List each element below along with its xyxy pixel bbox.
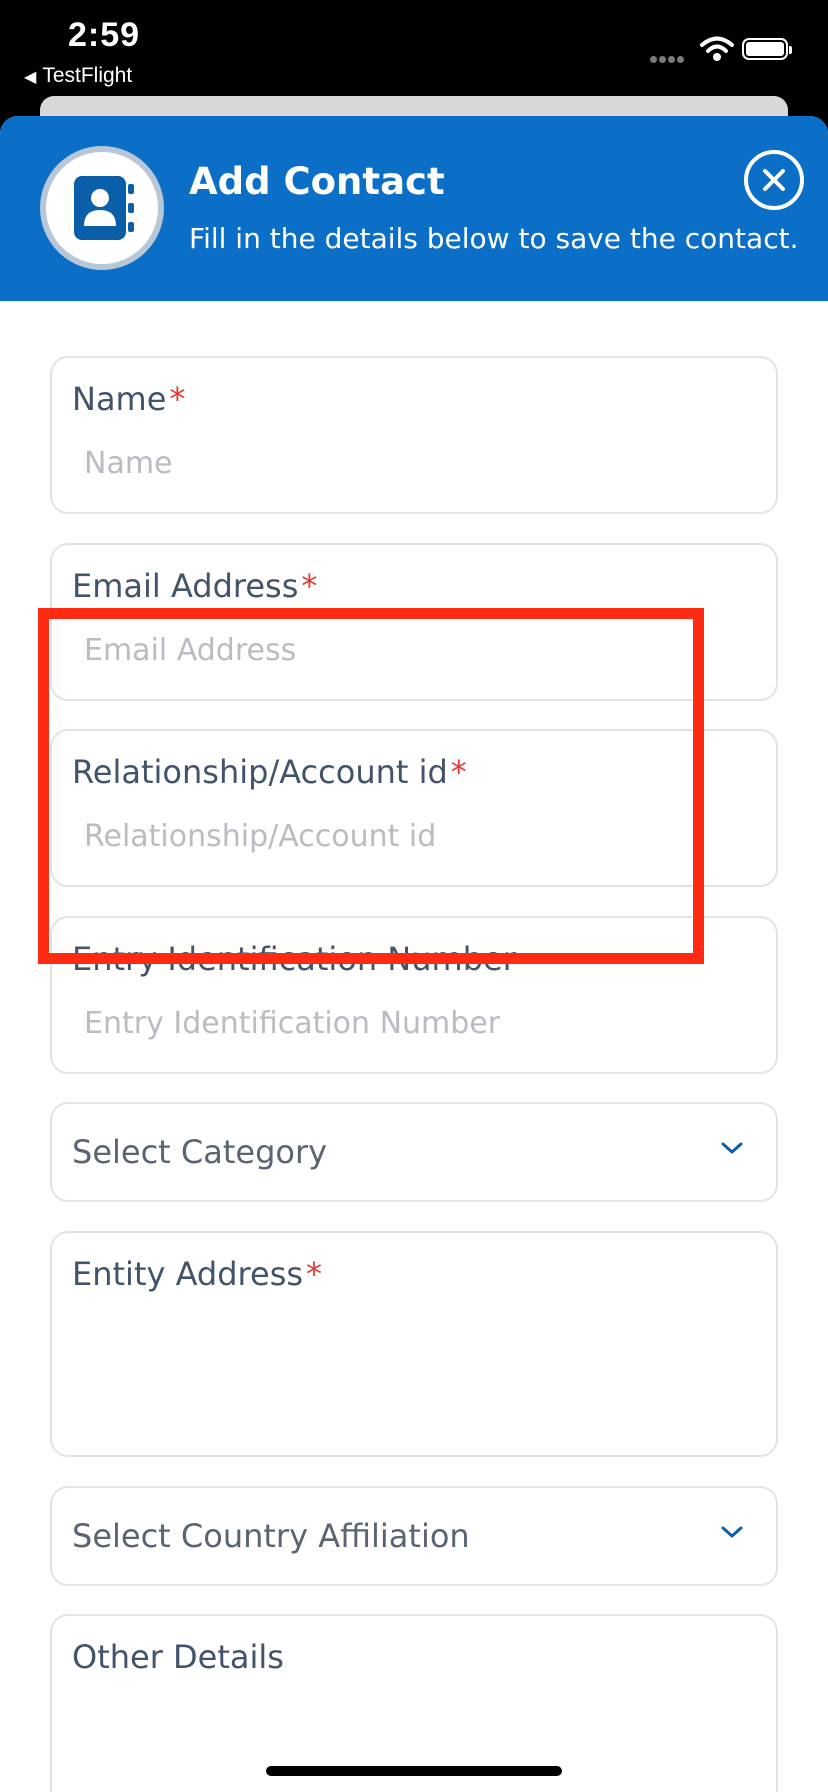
page-title: Add Contact: [189, 160, 445, 203]
chevron-down-icon: [721, 1526, 743, 1538]
status-bar: 2:59 ◀ TestFlight: [0, 0, 828, 96]
category-select-label: Select Category: [72, 1133, 328, 1171]
battery-icon: [742, 38, 792, 60]
required-mark: *: [169, 380, 186, 418]
entity-address-field[interactable]: Entity Address*: [50, 1231, 778, 1457]
country-select-label: Select Country Affiliation: [72, 1517, 470, 1555]
page-subtitle: Fill in the details below to save the co…: [189, 222, 799, 255]
highlight-annotation-box: [38, 608, 704, 964]
required-mark: *: [301, 567, 318, 605]
contact-book-avatar: [40, 146, 164, 270]
back-to-testflight-link[interactable]: ◀ TestFlight: [24, 64, 132, 88]
contact-book-icon: [74, 176, 134, 240]
sheet-header: Add Contact Fill in the details below to…: [0, 116, 828, 301]
name-field[interactable]: Name* Name: [50, 356, 778, 514]
home-indicator[interactable]: [266, 1766, 562, 1776]
name-input[interactable]: Name: [84, 446, 173, 481]
back-arrow-icon: ◀: [24, 69, 37, 86]
status-time: 2:59: [68, 16, 141, 54]
wifi-icon: [700, 36, 734, 61]
entity-address-label: Entity Address*: [72, 1255, 323, 1293]
other-details-label: Other Details: [72, 1638, 284, 1676]
chevron-down-icon: [721, 1142, 743, 1154]
entry-id-input[interactable]: Entry Identification Number: [84, 1006, 500, 1041]
name-label: Name*: [72, 380, 186, 418]
required-mark: *: [306, 1255, 323, 1293]
back-app-label: TestFlight: [42, 64, 133, 87]
cellular-signal-icon: [650, 50, 686, 68]
close-icon[interactable]: [740, 146, 828, 240]
category-select[interactable]: Select Category: [50, 1102, 778, 1202]
email-label: Email Address*: [72, 567, 318, 605]
country-affiliation-select[interactable]: Select Country Affiliation: [50, 1486, 778, 1586]
